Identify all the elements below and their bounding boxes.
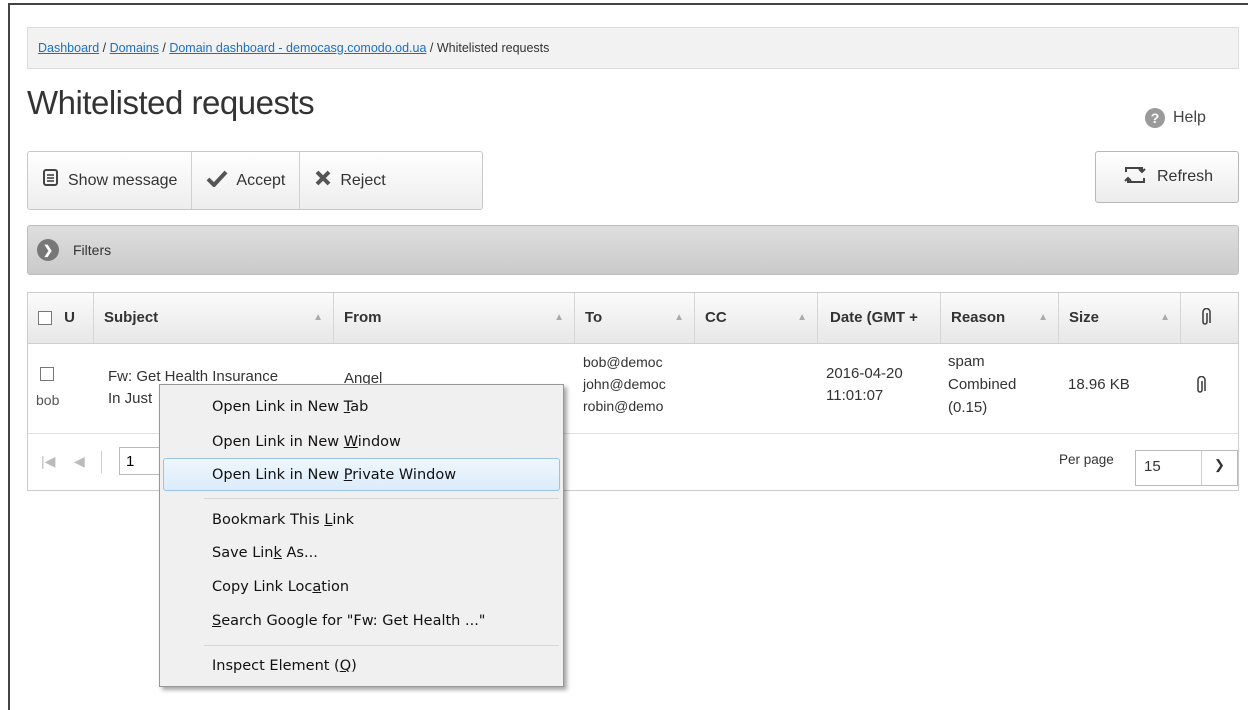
menu-search-google[interactable]: Search Google for "Fw: Get Health ..." (212, 606, 485, 636)
column-header-date-label: Date (GMT + (830, 309, 918, 326)
row-subject-line2[interactable]: In Just (108, 388, 152, 410)
row-user: bob (36, 392, 60, 408)
menu-save-link-as[interactable]: Save Link As... (212, 538, 318, 568)
menu-open-new-window[interactable]: Open Link in New Window (212, 427, 401, 457)
close-icon (314, 169, 332, 192)
row-reason-2: Combined (948, 376, 1017, 393)
column-header-reason-label: Reason (951, 309, 1006, 326)
show-message-label: Show message (68, 171, 178, 189)
paperclip-icon (1199, 307, 1211, 326)
select-divider (1201, 451, 1202, 485)
column-header-cc[interactable]: CC ▲ (695, 293, 818, 343)
refresh-label: Refresh (1156, 168, 1214, 185)
menu-copy-link-location[interactable]: Copy Link Location (212, 572, 349, 602)
help-label: Help (1173, 109, 1206, 126)
breadcrumb-separator: / (426, 41, 437, 55)
column-header-reason[interactable]: Reason ▲ (941, 293, 1059, 343)
select-all-checkbox[interactable] (38, 311, 52, 326)
row-date: 2016-04-20 (826, 365, 903, 382)
help-link[interactable]: ? Help (1145, 108, 1206, 128)
breadcrumb-dashboard-link[interactable]: Dashboard (38, 41, 99, 55)
row-checkbox[interactable] (40, 367, 54, 381)
accept-button[interactable]: Accept (192, 152, 301, 209)
row-to-3: robin@demo (583, 398, 664, 414)
row-size: 18.96 KB (1068, 376, 1130, 393)
previous-page-icon[interactable]: ◀ (74, 453, 85, 470)
chevron-right-icon: ❯ (37, 239, 59, 261)
column-header-date[interactable]: Date (GMT + (818, 293, 941, 343)
help-icon: ? (1145, 108, 1165, 128)
message-icon (42, 169, 60, 192)
row-time: 11:01:07 (826, 387, 884, 404)
context-menu: Open Link in New Tab Open Link in New Wi… (159, 384, 564, 687)
sort-arrow-icon: ▲ (1038, 312, 1048, 323)
sort-arrow-icon: ▲ (797, 312, 807, 323)
menu-separator (204, 645, 559, 646)
column-header-cc-label: CC (705, 309, 727, 326)
filters-panel-toggle[interactable]: ❯ Filters (27, 225, 1239, 275)
column-header-size[interactable]: Size ▲ (1059, 293, 1181, 343)
first-page-icon[interactable]: |◀ (41, 453, 55, 470)
breadcrumb-separator: / (99, 41, 110, 55)
menu-separator (204, 498, 559, 499)
breadcrumb-domains-link[interactable]: Domains (110, 41, 159, 55)
refresh-button[interactable]: Refresh (1095, 151, 1239, 203)
header-select-cell: U (28, 293, 94, 343)
column-header-from[interactable]: From ▲ (334, 293, 575, 343)
attachment-icon[interactable] (1194, 375, 1206, 403)
per-page-select[interactable]: 15 ❯ (1135, 450, 1238, 486)
pager-divider (101, 451, 102, 473)
reject-label: Reject (340, 171, 386, 189)
menu-open-new-tab[interactable]: Open Link in New Tab (212, 392, 368, 422)
column-header-to-label: To (585, 309, 603, 326)
page-title: Whitelisted requests (27, 84, 315, 121)
accept-label: Accept (236, 171, 286, 189)
breadcrumb: Dashboard / Domains / Domain dashboard -… (27, 27, 1239, 69)
sort-arrow-icon: ▲ (554, 312, 564, 323)
refresh-icon (1121, 163, 1149, 192)
row-reason-3: (0.15) (948, 399, 988, 416)
per-page-value: 15 (1144, 458, 1161, 475)
menu-bookmark-link[interactable]: Bookmark This Link (212, 505, 354, 535)
row-to-2: john@democ (583, 376, 666, 392)
column-header-subject-label: Subject (104, 309, 159, 326)
sort-arrow-icon: ▲ (674, 312, 684, 323)
filters-label: Filters (73, 242, 112, 258)
column-header-subject[interactable]: Subject ▲ (94, 293, 334, 343)
menu-inspect-element[interactable]: Inspect Element (Q) (212, 651, 357, 681)
reject-button[interactable]: Reject (300, 152, 399, 209)
column-header-to[interactable]: To ▲ (575, 293, 695, 343)
breadcrumb-separator: / (158, 41, 170, 55)
checkmark-icon (206, 169, 228, 192)
chevron-down-icon: ❯ (1214, 457, 1225, 472)
breadcrumb-current: Whitelisted requests (436, 41, 550, 55)
per-page-label: Per page (1059, 452, 1114, 467)
row-reason-1: spam (948, 353, 985, 370)
column-header-size-label: Size (1069, 309, 1100, 326)
sort-arrow-icon: ▲ (313, 312, 323, 323)
sort-arrow-icon: ▲ (1160, 312, 1170, 323)
table-header: U Subject ▲ From ▲ To ▲ CC ▲ Date (GMT +… (28, 293, 1238, 344)
column-header-attachment[interactable] (1181, 293, 1238, 343)
breadcrumb-domain-dashboard-link[interactable]: Domain dashboard - democasg.comodo.od.ua (169, 41, 426, 55)
menu-open-private-window[interactable]: Open Link in New Private Window (212, 460, 456, 490)
column-header-u[interactable]: U (64, 309, 75, 326)
column-header-from-label: From (344, 309, 382, 326)
show-message-button[interactable]: Show message (28, 152, 193, 209)
row-to-1: bob@democ (583, 354, 663, 370)
action-toolbar: Show message Accept Reject (27, 151, 483, 210)
